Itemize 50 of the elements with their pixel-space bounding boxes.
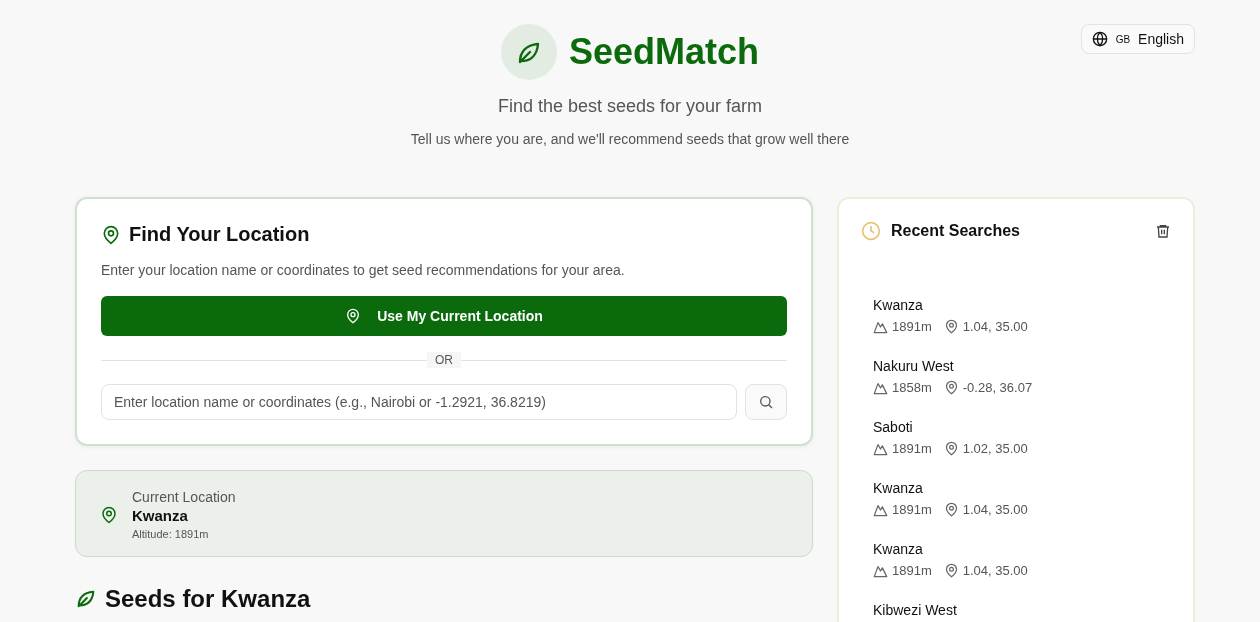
panel-title: Recent Searches (891, 222, 1021, 240)
altitude-text: 1891m (892, 441, 932, 456)
recent-search-item[interactable]: Kwanza (873, 541, 1159, 557)
clock-icon (861, 221, 881, 241)
current-location-label: Current Location (132, 489, 236, 505)
coordinates-text: 1.04, 35.00 (962, 563, 1028, 578)
section-heading: Seeds for Kwanza (105, 585, 311, 613)
altitude-text: 1858m (892, 380, 932, 395)
location-pin-icon (345, 308, 362, 324)
location-pin-icon (943, 502, 959, 517)
card-title: Find Your Location (129, 223, 310, 246)
altitude-text: Altitude: 1891m (132, 528, 210, 540)
leaf-icon (75, 588, 97, 610)
location-pin-icon (943, 563, 959, 578)
location-pin-icon (943, 380, 959, 395)
app-title: SeedMatch (568, 31, 760, 73)
recent-search-item[interactable]: Kwanza (873, 297, 1159, 313)
recent-search-item[interactable]: Saboti (873, 419, 1159, 435)
mountain-icon (873, 441, 888, 456)
altitude-text: 1891m (892, 502, 932, 517)
globe-icon (1091, 31, 1108, 47)
altitude-text: 1891m (892, 319, 932, 334)
subtitle: Tell us where you are, and we'll recommend seeds that grow well there (409, 131, 851, 147)
location-input-field[interactable]: Enter location name or coordinates (e.g., Nairobi or -1.2921, 36.8219) (101, 384, 737, 420)
mountain-icon (873, 563, 888, 578)
altitude-text: 1891m (892, 563, 932, 578)
leaf-icon (500, 24, 557, 80)
card-description: Enter your location name or coordinates to get seed recommendations for your area. (101, 262, 626, 278)
recent-search-item[interactable]: Kibwezi West (873, 602, 1159, 618)
search-button[interactable] (745, 384, 787, 420)
mountain-icon (873, 319, 888, 334)
recent-search-item[interactable]: Kwanza (873, 480, 1159, 496)
tagline: Find the best seeds for your farm (496, 96, 764, 117)
coordinates-text: -0.28, 36.07 (962, 380, 1033, 395)
location-pin-icon (100, 505, 118, 524)
mountain-icon (873, 502, 888, 517)
location-pin-icon (101, 224, 121, 245)
location-pin-icon (943, 441, 959, 456)
search-icon (758, 394, 774, 410)
trash-icon[interactable] (1155, 223, 1171, 239)
mountain-icon (873, 380, 888, 395)
language-button[interactable]: GB English (1080, 24, 1195, 54)
current-location-name: Kwanza (132, 507, 189, 524)
coordinates-text: 1.04, 35.00 (962, 502, 1028, 517)
recent-search-item[interactable]: Nakuru West (873, 358, 1159, 374)
location-pin-icon (943, 319, 959, 334)
coordinates-text: 1.02, 35.00 (962, 441, 1028, 456)
use-current-location-button[interactable]: Use My Current Location (101, 296, 787, 336)
divider-label: OR (427, 352, 461, 368)
coordinates-text: 1.04, 35.00 (962, 319, 1028, 334)
